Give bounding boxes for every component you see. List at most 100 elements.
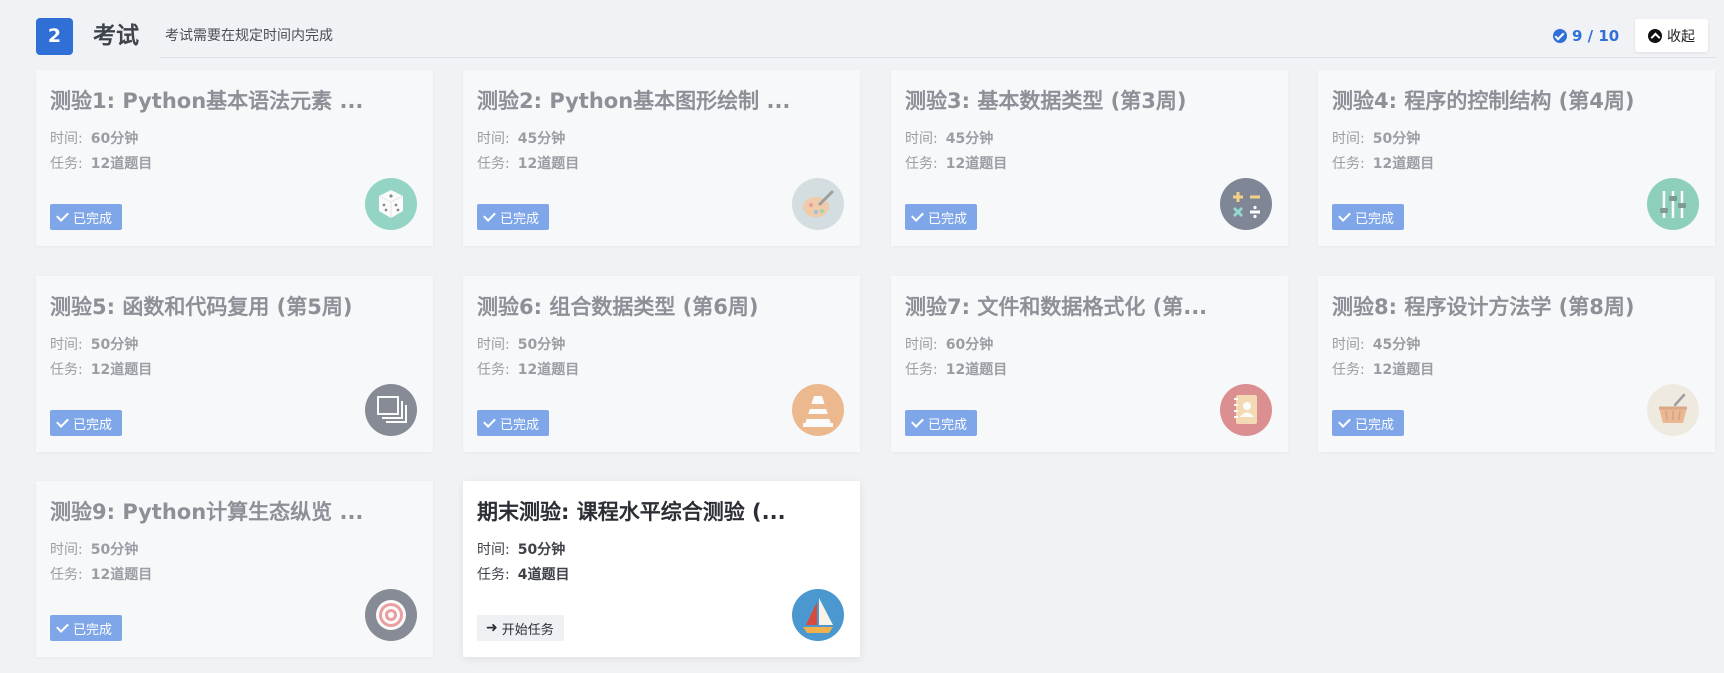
basket-icon bbox=[1647, 384, 1699, 436]
completed-button[interactable]: 已完成 bbox=[477, 410, 550, 436]
card-title[interactable]: 测验6: 组合数据类型 (第6周) bbox=[477, 292, 807, 322]
check-icon bbox=[1338, 209, 1351, 222]
time-label: 时间: bbox=[50, 337, 83, 353]
header-divider bbox=[160, 57, 1716, 58]
exam-card[interactable]: 测验4: 程序的控制结构 (第4周) 时间: 50分钟 任务: 12道题目 已完成 bbox=[1318, 70, 1715, 246]
status-label: 已完成 bbox=[73, 417, 113, 433]
palette-icon bbox=[792, 178, 844, 230]
step-number-badge: 2 bbox=[36, 18, 73, 55]
tasks-label: 任务: bbox=[50, 362, 83, 378]
calculator-icon bbox=[1220, 178, 1272, 230]
start-label: 开始任务 bbox=[501, 622, 554, 638]
card-tasks: 任务: 12道题目 bbox=[1332, 154, 1434, 174]
traffic-cone-icon bbox=[792, 384, 844, 436]
card-time: 时间: 45分钟 bbox=[1332, 335, 1420, 355]
time-value: 50分钟 bbox=[90, 542, 139, 558]
tasks-value: 12道题目 bbox=[945, 156, 1008, 172]
card-title[interactable]: 测验4: 程序的控制结构 (第4周) bbox=[1332, 86, 1662, 116]
chevron-up-circle-icon bbox=[1648, 28, 1662, 43]
card-time: 时间: 50分钟 bbox=[50, 540, 138, 560]
completed-button[interactable]: 已完成 bbox=[477, 204, 550, 230]
tasks-label: 任务: bbox=[1332, 362, 1365, 378]
progress-count: 9 / 10 bbox=[1572, 27, 1620, 45]
status-label: 已完成 bbox=[1355, 211, 1395, 227]
card-title[interactable]: 期末测验: 课程水平综合测验 (... bbox=[477, 497, 807, 527]
time-label: 时间: bbox=[477, 337, 510, 353]
completed-button[interactable]: 已完成 bbox=[50, 204, 123, 230]
card-time: 时间: 50分钟 bbox=[477, 540, 565, 560]
exam-card[interactable]: 测验7: 文件和数据格式化 (第... 时间: 60分钟任务: 12道题目已完成 bbox=[891, 276, 1288, 452]
section-description: 考试需要在规定时间内完成 bbox=[165, 28, 333, 44]
time-value: 50分钟 bbox=[517, 337, 566, 353]
completed-button[interactable]: 已完成 bbox=[905, 410, 978, 436]
card-time: 时间: 45分钟 bbox=[477, 129, 565, 149]
exam-card[interactable]: 测验5: 函数和代码复用 (第5周) 时间: 50分钟 任务: 12道题目已完成 bbox=[36, 276, 433, 452]
completed-button[interactable]: 已完成 bbox=[50, 410, 123, 436]
card-tasks: 任务: 12道题目 bbox=[50, 154, 152, 174]
time-label: 时间: bbox=[477, 131, 510, 147]
time-value: 45分钟 bbox=[1372, 337, 1421, 353]
contacts-book-icon bbox=[1220, 384, 1272, 436]
card-title[interactable]: 测验5: 函数和代码复用 (第5周) bbox=[50, 292, 380, 322]
exam-card[interactable]: 期末测验: 课程水平综合测验 (... 时间: 50分钟 任务: 4道题目 ➜ 开始任务 bbox=[463, 481, 860, 657]
card-tasks: 任务: 12道题目 bbox=[905, 154, 1007, 174]
tasks-value: 12道题目 bbox=[90, 567, 153, 583]
tasks-value: 12道题目 bbox=[90, 362, 153, 378]
check-icon bbox=[911, 415, 924, 428]
time-label: 时间: bbox=[905, 337, 938, 353]
exam-card[interactable]: 测验8: 程序设计方法学 (第8周) 时间: 45分钟 任务: 12道题目已完成 bbox=[1318, 276, 1715, 452]
tasks-label: 任务: bbox=[50, 156, 83, 172]
arrow-right-icon: ➜ bbox=[486, 620, 498, 636]
card-title[interactable]: 测验3: 基本数据类型 (第3周) bbox=[905, 86, 1235, 116]
exam-card[interactable]: 测验9: Python计算生态纵览 ... 时间: 50分钟 任务: 12道题目已完成 bbox=[36, 481, 433, 657]
check-icon bbox=[911, 209, 924, 222]
card-title[interactable]: 测验1: Python基本语法元素 ... bbox=[50, 86, 380, 116]
time-label: 时间: bbox=[477, 542, 510, 558]
section-header: 2 考试 考试需要在规定时间内完成 9 / 10 收起 bbox=[0, 0, 1724, 60]
time-value: 50分钟 bbox=[517, 542, 566, 558]
check-icon bbox=[56, 209, 69, 222]
card-tasks: 任务: 12道题目 bbox=[477, 154, 579, 174]
target-icon bbox=[365, 589, 417, 641]
tasks-value: 12道题目 bbox=[1372, 362, 1435, 378]
start-task-button[interactable]: ➜ 开始任务 bbox=[477, 615, 564, 641]
card-time: 时间: 50分钟 bbox=[50, 335, 138, 355]
exam-card[interactable]: 测验1: Python基本语法元素 ... 时间: 60分钟任务: 12道题目已完成 bbox=[36, 70, 433, 246]
time-value: 50分钟 bbox=[90, 337, 139, 353]
card-tasks: 任务: 12道题目 bbox=[50, 565, 152, 585]
progress-indicator: 9 / 10 bbox=[1553, 26, 1619, 46]
status-label: 已完成 bbox=[1355, 417, 1395, 433]
tasks-label: 任务: bbox=[477, 567, 510, 583]
completed-button[interactable]: 已完成 bbox=[1332, 410, 1405, 436]
time-label: 时间: bbox=[50, 131, 83, 147]
check-circle-icon bbox=[1553, 29, 1567, 43]
dice-icon bbox=[365, 178, 417, 230]
tasks-value: 12道题目 bbox=[945, 362, 1008, 378]
exam-card[interactable]: 测验3: 基本数据类型 (第3周) 时间: 45分钟 任务: 12道题目 已完成 bbox=[891, 70, 1288, 246]
exam-card[interactable]: 测验2: Python基本图形绘制 ... 时间: 45分钟 任务: 12道题目已完成 bbox=[463, 70, 860, 246]
status-label: 已完成 bbox=[73, 211, 113, 227]
card-time: 时间: 60分钟 bbox=[905, 335, 993, 355]
section-title: 考试 bbox=[93, 23, 139, 49]
status-label: 已完成 bbox=[928, 417, 968, 433]
collapse-button[interactable]: 收起 bbox=[1635, 19, 1708, 52]
card-title[interactable]: 测验9: Python计算生态纵览 ... bbox=[50, 497, 380, 527]
card-title[interactable]: 测验2: Python基本图形绘制 ... bbox=[477, 86, 807, 116]
status-label: 已完成 bbox=[73, 622, 113, 638]
tasks-label: 任务: bbox=[477, 362, 510, 378]
layers-icon bbox=[365, 384, 417, 436]
tasks-label: 任务: bbox=[905, 362, 938, 378]
completed-button[interactable]: 已完成 bbox=[1332, 204, 1405, 230]
card-tasks: 任务: 12道题目 bbox=[905, 360, 1007, 380]
card-tasks: 任务: 12道题目 bbox=[477, 360, 579, 380]
completed-button[interactable]: 已完成 bbox=[905, 204, 978, 230]
card-title[interactable]: 测验8: 程序设计方法学 (第8周) bbox=[1332, 292, 1662, 322]
completed-button[interactable]: 已完成 bbox=[50, 615, 123, 641]
card-title[interactable]: 测验7: 文件和数据格式化 (第... bbox=[905, 292, 1235, 322]
time-value: 45分钟 bbox=[945, 131, 994, 147]
exam-card[interactable]: 测验6: 组合数据类型 (第6周) 时间: 50分钟任务: 12道题目已完成 bbox=[463, 276, 860, 452]
time-value: 60分钟 bbox=[90, 131, 139, 147]
time-label: 时间: bbox=[1332, 337, 1365, 353]
check-icon bbox=[483, 415, 496, 428]
card-tasks: 任务: 12道题目 bbox=[1332, 360, 1434, 380]
